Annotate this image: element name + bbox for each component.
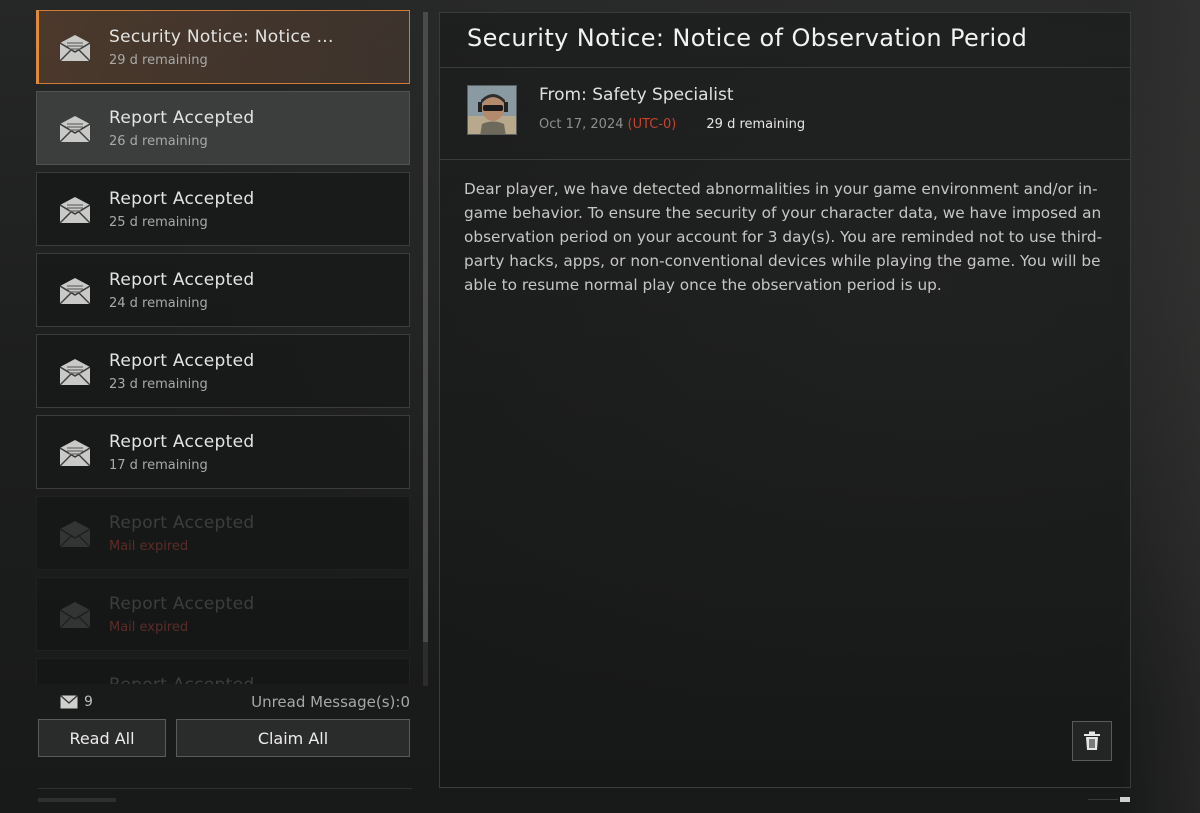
mail-list[interactable]: Security Notice: Notice ... 29 d remaini… [36, 10, 412, 684]
mail-remaining: 26 d remaining [109, 134, 208, 149]
scrollbar-thumb[interactable] [423, 12, 428, 642]
mail-title: Report Accepted [109, 108, 255, 128]
divider [38, 788, 412, 789]
mail-title: Report Accepted [109, 513, 255, 533]
envelope-icon [58, 34, 92, 62]
mail-detail-panel: Security Notice: Notice of Observation P… [439, 12, 1131, 788]
envelope-icon [58, 520, 92, 548]
mail-title: Report Accepted [109, 351, 255, 371]
envelope-icon [58, 601, 92, 629]
mail-item[interactable]: Report Accepted 26 d remaining [36, 91, 410, 165]
mail-item[interactable]: Security Notice: Notice ... 29 d remaini… [36, 10, 410, 84]
mail-remaining: 25 d remaining [109, 215, 208, 230]
mail-expired-label: Mail expired [109, 620, 189, 635]
mail-item[interactable]: Report Accepted 24 d remaining [36, 253, 410, 327]
mail-title: Report Accepted [109, 189, 255, 209]
corner-ornament [1088, 797, 1130, 802]
read-all-button[interactable]: Read All [38, 719, 166, 757]
mail-count: 9 [60, 693, 93, 711]
divider [440, 159, 1130, 160]
mail-expired-label: Mail expired [109, 539, 189, 554]
mail-remaining: 29 d remaining [109, 53, 208, 68]
mail-timezone: (UTC-0) [627, 117, 677, 132]
sender-avatar [467, 85, 517, 135]
mail-item-expired[interactable]: Report Accepted Mail expired [36, 496, 410, 570]
mail-meta: Oct 17, 2024 (UTC-0) 29 d remaining [539, 117, 805, 132]
claim-all-button[interactable]: Claim All [176, 719, 410, 757]
mail-item[interactable]: Report Accepted 25 d remaining [36, 172, 410, 246]
mail-item[interactable]: Report Accepted 17 d remaining [36, 415, 410, 489]
mail-remaining: 29 d remaining [706, 117, 806, 132]
envelope-icon [58, 439, 92, 467]
mail-date: Oct 17, 2024 [539, 117, 624, 132]
mail-item[interactable]: Report Accepted 23 d remaining [36, 334, 410, 408]
mail-count-value: 9 [84, 694, 93, 710]
mail-item-expired[interactable]: Report Accepted Mail expired [36, 577, 410, 651]
mail-title: Security Notice: Notice ... [109, 27, 334, 47]
envelope-icon [58, 358, 92, 386]
mail-title: Report Accepted [109, 270, 255, 290]
mail-item-expired[interactable]: Report Accepted [36, 658, 410, 684]
trash-icon [1083, 731, 1101, 751]
envelope-icon [60, 695, 78, 709]
unread-count: Unread Message(s):0 [251, 693, 410, 711]
background-shade [1120, 0, 1200, 813]
divider [440, 67, 1130, 68]
mail-title: Report Accepted [109, 594, 255, 614]
envelope-icon [58, 196, 92, 224]
mail-remaining: 23 d remaining [109, 377, 208, 392]
delete-mail-button[interactable] [1072, 721, 1112, 761]
envelope-icon [58, 115, 92, 143]
mail-title: Report Accepted [109, 432, 255, 452]
mail-title: Report Accepted [109, 675, 254, 684]
mail-body: Dear player, we have detected abnormalit… [464, 180, 1103, 294]
mail-remaining: 24 d remaining [109, 296, 208, 311]
divider-accent [38, 798, 116, 802]
envelope-icon [58, 277, 92, 305]
mail-detail-title: Security Notice: Notice of Observation P… [467, 24, 1028, 52]
mail-remaining: 17 d remaining [109, 458, 208, 473]
sender-name: From: Safety Specialist [539, 85, 734, 105]
